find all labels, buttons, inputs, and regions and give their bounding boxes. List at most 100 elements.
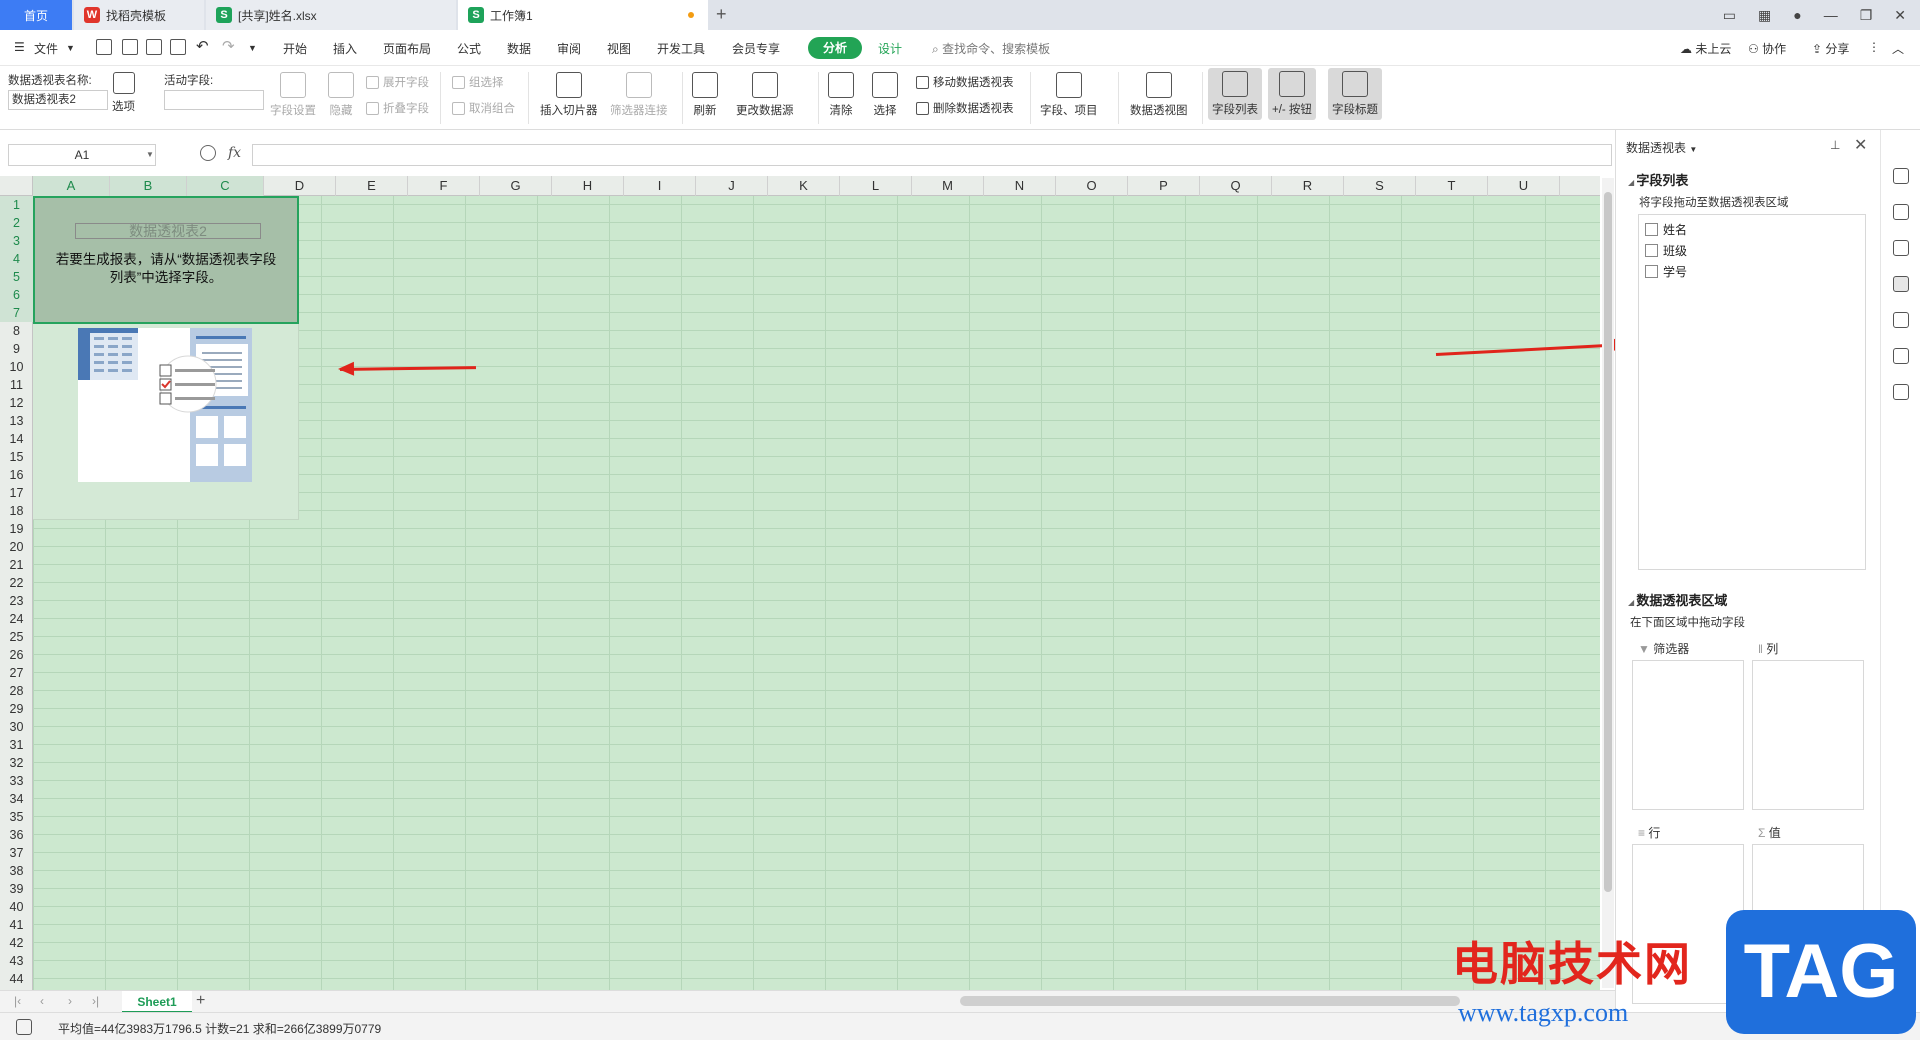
hide-button[interactable]: 隐藏 (328, 72, 354, 118)
horizontal-scrollbar[interactable] (960, 996, 1460, 1006)
minimize-icon[interactable]: — (1824, 7, 1838, 23)
column-header[interactable]: U (1488, 176, 1560, 196)
row-header[interactable]: 23 (0, 592, 33, 610)
field-name[interactable]: 姓名 (1645, 221, 1687, 238)
undo-icon[interactable]: ↶ (196, 37, 209, 55)
book-icon[interactable] (1893, 384, 1909, 400)
column-header[interactable]: L (840, 176, 912, 196)
row-header[interactable]: 2 (0, 214, 33, 232)
pivot-name-input[interactable]: 数据透视表2 (8, 90, 108, 110)
column-header[interactable]: O (1056, 176, 1128, 196)
row-header[interactable]: 20 (0, 538, 33, 556)
row-header[interactable]: 13 (0, 412, 33, 430)
column-header[interactable]: Q (1200, 176, 1272, 196)
field-list-section-title[interactable]: ◢ 字段列表 (1628, 170, 1688, 189)
row-header[interactable]: 40 (0, 898, 33, 916)
column-header[interactable]: I (624, 176, 696, 196)
checkbox[interactable] (1645, 223, 1658, 236)
column-header[interactable]: D (264, 176, 336, 196)
row-header[interactable]: 19 (0, 520, 33, 538)
tab-workbook[interactable]: S 工作簿1 (458, 0, 708, 30)
menu-file[interactable]: 文件 (34, 40, 58, 57)
menu-review[interactable]: 审阅 (557, 40, 581, 57)
layout-icon[interactable]: ▭ (1723, 7, 1736, 24)
scroll-thumb[interactable] (1604, 192, 1612, 892)
row-header[interactable]: 37 (0, 844, 33, 862)
name-box[interactable]: A1 (8, 144, 156, 166)
row-header[interactable]: 22 (0, 574, 33, 592)
close-icon[interactable]: ✕ (1894, 7, 1906, 24)
column-header[interactable]: B (110, 176, 187, 196)
next-sheet-icon[interactable]: › (68, 994, 72, 1008)
chevron-down-icon[interactable]: ▼ (146, 150, 154, 159)
more-icon[interactable]: ⋮ (1868, 40, 1880, 54)
fx-icon[interactable]: fx (228, 145, 241, 161)
zoom-icon[interactable] (200, 145, 216, 161)
row-header[interactable]: 32 (0, 754, 33, 772)
pin-icon[interactable]: ⊥ (1830, 138, 1840, 152)
formula-input[interactable] (252, 144, 1612, 166)
sheet-tab-sheet1[interactable]: Sheet1 (122, 991, 192, 1013)
row-header[interactable]: 7 (0, 304, 33, 322)
clear-button[interactable]: 清除 (828, 72, 854, 118)
vertical-scrollbar[interactable] (1602, 178, 1614, 988)
column-header[interactable]: N (984, 176, 1056, 196)
pivot-chart-button[interactable]: 数据透视图 (1130, 72, 1188, 118)
cloud-status[interactable]: ☁ 未上云 (1680, 40, 1731, 57)
spreadsheet-grid[interactable]: ABCDEFGHIJKLMNOPQRSTU 1 2 3 4 5 6 7 8 9 10 11 12 13 1… (0, 176, 1600, 990)
panel-title[interactable]: 数据透视表 ▼ (1626, 139, 1697, 156)
row-header[interactable]: 3 (0, 232, 33, 250)
tab-home[interactable]: 首页 (0, 0, 72, 30)
active-field-input[interactable] (164, 90, 264, 110)
row-header[interactable]: 15 (0, 448, 33, 466)
row-header[interactable]: 34 (0, 790, 33, 808)
menu-data[interactable]: 数据 (507, 40, 531, 57)
row-header[interactable]: 41 (0, 916, 33, 934)
avatar[interactable]: ● (1793, 7, 1801, 23)
save-icon[interactable] (96, 39, 112, 55)
add-sheet-button[interactable]: + (196, 992, 205, 1010)
row-header[interactable]: 5 (0, 268, 33, 286)
macro-record-icon[interactable] (16, 1019, 32, 1035)
row-header[interactable]: 39 (0, 880, 33, 898)
field-header-toggle[interactable]: 字段标题 (1328, 68, 1382, 120)
row-header[interactable]: 35 (0, 808, 33, 826)
row-header[interactable]: 25 (0, 628, 33, 646)
export-pdf-icon[interactable] (122, 39, 138, 55)
last-sheet-icon[interactable]: ›| (92, 994, 99, 1008)
menu-member[interactable]: 会员专享 (732, 40, 780, 57)
filter-drop-zone[interactable] (1632, 660, 1744, 810)
menu-home[interactable]: 开始 (283, 40, 307, 57)
ungroup-button[interactable]: 取消组合 (452, 100, 515, 116)
column-header[interactable]: A (33, 176, 110, 196)
row-header[interactable]: 12 (0, 394, 33, 412)
field-student-id[interactable]: 学号 (1645, 263, 1687, 280)
column-header[interactable]: E (336, 176, 408, 196)
row-header[interactable]: 30 (0, 718, 33, 736)
insert-slicer-button[interactable]: 插入切片器 (540, 72, 598, 118)
row-header[interactable]: 24 (0, 610, 33, 628)
column-header[interactable]: J (696, 176, 768, 196)
row-header[interactable]: 28 (0, 682, 33, 700)
close-icon[interactable]: ✕ (1854, 135, 1867, 155)
row-header[interactable]: 42 (0, 934, 33, 952)
row-header[interactable]: 43 (0, 952, 33, 970)
print-preview-icon[interactable] (170, 39, 186, 55)
menu-view[interactable]: 视图 (607, 40, 631, 57)
row-header[interactable]: 9 (0, 340, 33, 358)
print-icon[interactable] (146, 39, 162, 55)
column-header[interactable]: R (1272, 176, 1344, 196)
row-header[interactable]: 21 (0, 556, 33, 574)
filter-connections-button[interactable]: 筛选器连接 (610, 72, 668, 118)
redo-icon[interactable]: ↷ (222, 37, 235, 55)
menu-page-layout[interactable]: 页面布局 (383, 40, 431, 57)
plus-minus-toggle[interactable]: +/- 按钮 (1268, 68, 1316, 120)
column-header[interactable]: S (1344, 176, 1416, 196)
sliders-icon[interactable] (1893, 240, 1909, 256)
tab-shared-file[interactable]: S [共享]姓名.xlsx (206, 0, 456, 30)
field-class[interactable]: 班级 (1645, 242, 1687, 259)
menu-formulas[interactable]: 公式 (457, 40, 481, 57)
column-header[interactable]: T (1416, 176, 1488, 196)
row-header[interactable]: 33 (0, 772, 33, 790)
share-button[interactable]: ⇪ 分享 (1812, 40, 1849, 57)
